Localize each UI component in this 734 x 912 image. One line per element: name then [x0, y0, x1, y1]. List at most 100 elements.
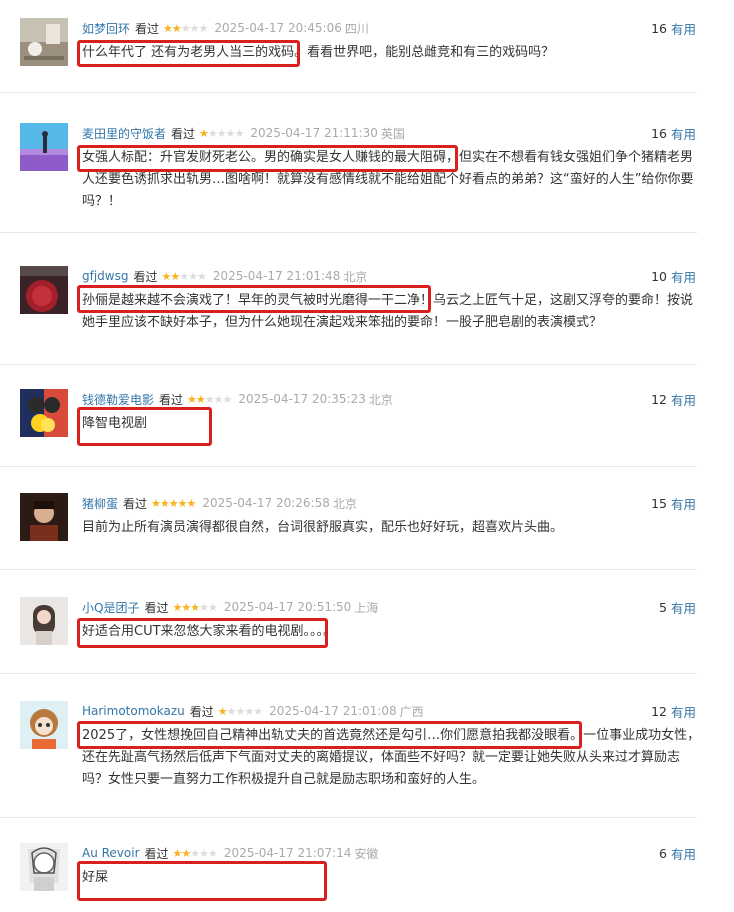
star-empty-icon: ★ — [226, 704, 237, 718]
review-content: 2025了，女性想挽回自己精神出轨丈夫的首选竟然还是勾引…你们愿意拍我都没眼看。… — [82, 728, 701, 787]
star-empty-icon: ★ — [198, 21, 209, 35]
watch-status: 看过 — [159, 392, 184, 407]
review-location: 北京 — [332, 496, 357, 511]
star-filled-icon: ★ — [217, 704, 228, 718]
star-empty-icon: ★ — [207, 600, 218, 614]
useful-button[interactable]: 有用 — [671, 702, 696, 721]
review-content: 降智电视剧 — [82, 416, 148, 431]
useful-button[interactable]: 有用 — [671, 124, 696, 143]
username-link[interactable]: gfjdwsg — [82, 269, 128, 283]
review-time: 2025-04-17 20:26:58 — [202, 496, 330, 510]
avatar[interactable] — [20, 266, 68, 314]
star-filled-icon: ★ — [190, 600, 200, 614]
divider — [0, 569, 697, 570]
review-meta: 猪柳蛋 看过 ★★★★★ 2025-04-17 20:26:58 北京 — [82, 493, 357, 513]
useful-button[interactable]: 有用 — [671, 267, 696, 286]
username-link[interactable]: Au Revoir — [82, 846, 140, 860]
star-empty-icon: ★ — [190, 846, 200, 860]
star-filled-icon: ★ — [163, 21, 173, 35]
review-meta: gfjdwsg 看过 ★★★★★ 2025-04-17 21:01:48 北京 — [82, 266, 367, 286]
star-filled-icon: ★ — [168, 496, 179, 510]
star-empty-icon: ★ — [180, 21, 191, 35]
avatar[interactable] — [20, 389, 68, 437]
star-empty-icon: ★ — [225, 126, 236, 140]
username-link[interactable]: 如梦回环 — [82, 20, 130, 37]
review-content: 孙俪是越来越不会演戏了！早年的灵气被时光磨得一干二净！乌云之上匠气十足，这剧又浮… — [82, 293, 694, 330]
useful-count: 15 — [651, 495, 667, 511]
star-filled-icon: ★ — [187, 392, 197, 406]
useful-count: 10 — [651, 268, 667, 284]
avatar[interactable] — [20, 597, 68, 645]
review-list: 如梦回环 看过 ★★★★★ 2025-04-17 20:45:06 四川 16 … — [0, 0, 734, 912]
star-empty-icon: ★ — [204, 392, 215, 406]
star-empty-icon: ★ — [197, 269, 207, 283]
star-empty-icon: ★ — [244, 704, 254, 718]
avatar[interactable] — [20, 493, 68, 541]
username-link[interactable]: 麦田里的守饭者 — [82, 125, 166, 142]
review-meta: Au Revoir 看过 ★★★★★ 2025-04-17 21:07:14 安… — [82, 843, 378, 863]
rating-stars: ★★★★★ — [187, 392, 232, 406]
useful-button[interactable]: 有用 — [671, 598, 696, 617]
useful-vote[interactable]: 16 有用 — [651, 123, 696, 143]
useful-vote[interactable]: 6 有用 — [659, 843, 696, 863]
useful-vote[interactable]: 5 有用 — [659, 597, 696, 617]
star-empty-icon: ★ — [189, 21, 200, 35]
star-filled-icon: ★ — [195, 392, 206, 406]
watch-status: 看过 — [123, 496, 148, 511]
avatar[interactable] — [20, 843, 68, 891]
avatar[interactable] — [20, 123, 68, 171]
divider — [0, 232, 697, 233]
avatar[interactable] — [20, 18, 68, 66]
useful-button[interactable]: 有用 — [671, 494, 696, 513]
review-time: 2025-04-17 21:11:30 — [250, 126, 378, 140]
divider — [0, 817, 697, 818]
watch-status: 看过 — [144, 600, 169, 615]
review-time: 2025-04-17 20:45:06 — [214, 21, 342, 35]
useful-vote[interactable]: 16 有用 — [651, 18, 696, 38]
review-location: 北京 — [368, 392, 393, 407]
review-meta: 麦田里的守饭者 看过 ★★★★★ 2025-04-17 21:11:30 英国 — [82, 123, 405, 143]
useful-vote[interactable]: 12 有用 — [651, 701, 696, 721]
star-filled-icon: ★ — [151, 496, 161, 510]
review-location: 安徽 — [354, 846, 379, 861]
star-empty-icon: ★ — [199, 846, 209, 860]
useful-button[interactable]: 有用 — [671, 390, 696, 409]
useful-vote[interactable]: 12 有用 — [651, 389, 696, 409]
username-link[interactable]: 小Q是团子 — [82, 599, 139, 616]
rating-stars: ★★★★★ — [173, 846, 218, 860]
review-content: 好适合用CUT来忽悠大家来看的电视剧。。。。 — [82, 624, 337, 639]
review-time: 2025-04-17 21:07:14 — [223, 846, 352, 860]
review-content: 好屎 — [82, 870, 109, 885]
star-filled-icon: ★ — [170, 269, 180, 283]
star-filled-icon: ★ — [171, 21, 182, 35]
useful-vote[interactable]: 15 有用 — [651, 493, 696, 513]
star-filled-icon: ★ — [177, 496, 188, 510]
username-link[interactable]: Harimotomokazu — [82, 704, 185, 718]
star-filled-icon: ★ — [159, 496, 170, 510]
useful-vote[interactable]: 10 有用 — [651, 266, 696, 286]
useful-button[interactable]: 有用 — [671, 844, 696, 863]
review-location: 北京 — [343, 269, 368, 284]
rating-stars: ★★★★★ — [151, 496, 196, 510]
review-meta: Harimotomokazu 看过 ★★★★★ 2025-04-17 21:01… — [82, 701, 424, 721]
star-empty-icon: ★ — [234, 126, 245, 140]
rating-stars: ★★★★★ — [199, 126, 245, 140]
review-time: 2025-04-17 21:01:48 — [212, 269, 341, 283]
review-location: 四川 — [344, 21, 369, 36]
star-filled-icon: ★ — [172, 600, 182, 614]
watch-status: 看过 — [171, 126, 196, 141]
review-time: 2025-04-17 20:35:23 — [238, 392, 366, 406]
rating-stars: ★★★★★ — [172, 600, 218, 614]
watch-status: 看过 — [144, 846, 169, 861]
useful-count: 16 — [651, 125, 667, 141]
username-link[interactable]: 猪柳蛋 — [82, 495, 118, 512]
review-location: 广西 — [399, 704, 424, 719]
useful-count: 16 — [651, 20, 667, 36]
watch-status: 看过 — [133, 269, 158, 284]
watch-status: 看过 — [135, 21, 160, 36]
review-content: 什么年代了 还有为老男人当三的戏码。看看世界吧，能别总雌竞和有三的戏码吗？ — [82, 45, 555, 60]
useful-button[interactable]: 有用 — [671, 19, 696, 38]
avatar[interactable] — [20, 701, 68, 749]
rating-stars: ★★★★★ — [163, 21, 209, 35]
username-link[interactable]: 钱德勒爱电影 — [82, 391, 154, 408]
